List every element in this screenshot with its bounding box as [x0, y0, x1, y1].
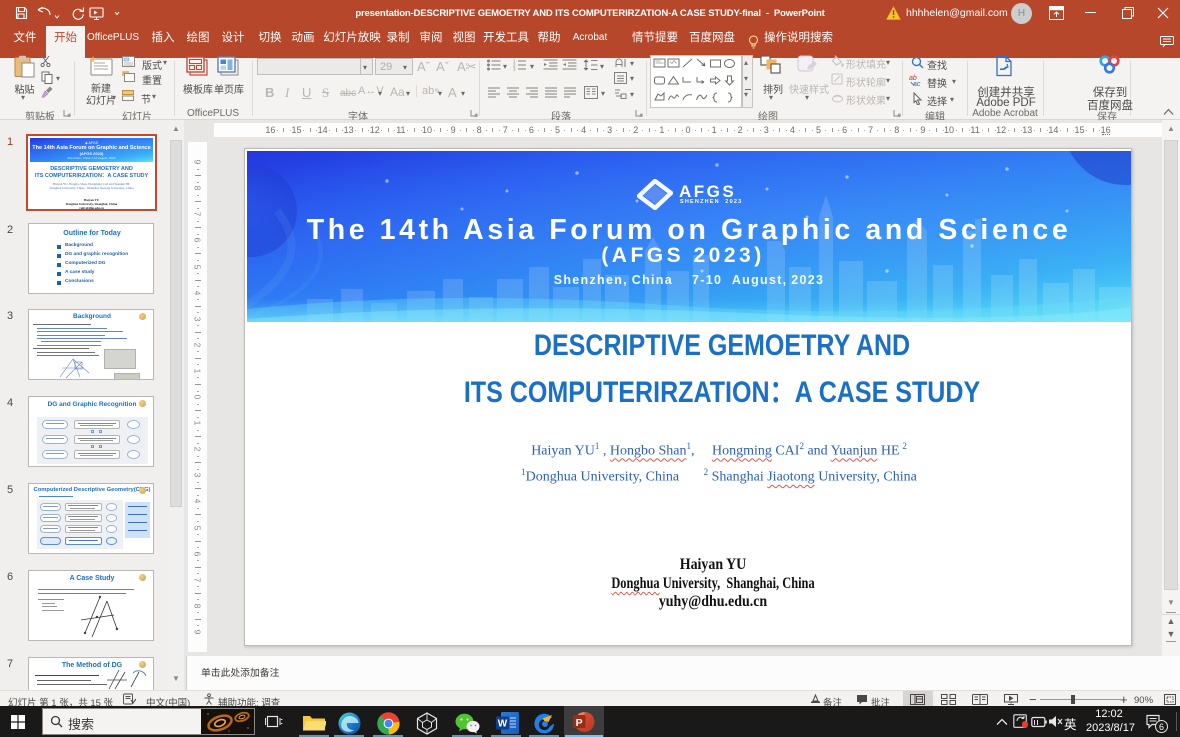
svg-text:W: W [498, 719, 508, 730]
svg-text:P: P [576, 717, 583, 729]
svg-text:3: 3 [513, 67, 516, 72]
